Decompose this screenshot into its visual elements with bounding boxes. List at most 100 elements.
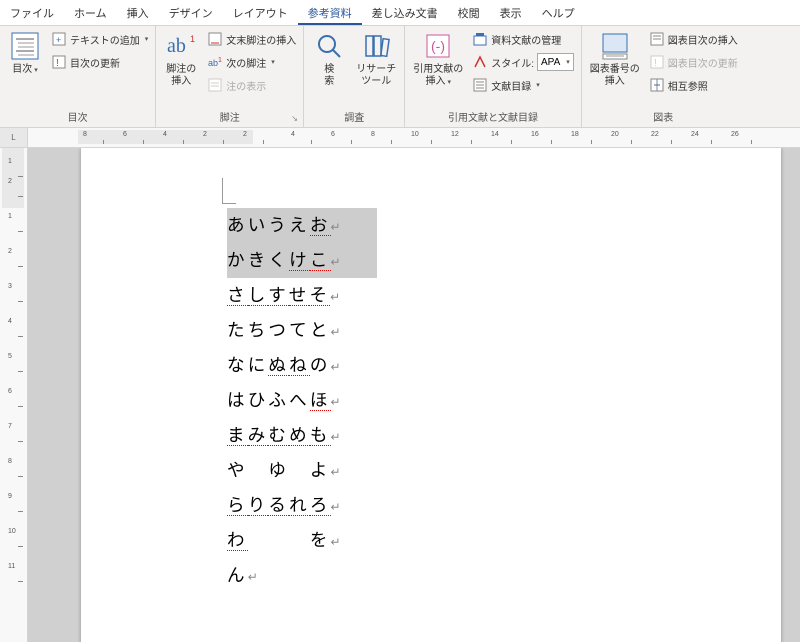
- show-notes-icon: [207, 77, 223, 93]
- insert-citation-button[interactable]: (-) 引用文献の 挿入▾: [409, 28, 467, 90]
- ruler-mark: 22: [651, 131, 659, 138]
- ribbon-group-figures: 図表番号の 挿入 図表目次の挿入 ! 図表目次の更新 相互参照 図表: [582, 26, 745, 127]
- ribbon-group-toc: 目次▾ + テキストの追加 ▾ ! 目次の更新 目次: [0, 26, 156, 127]
- paragraph-mark-icon: ↵: [330, 290, 343, 304]
- doc-line[interactable]: たちつてと↵: [227, 313, 377, 348]
- search-label: 検 索: [324, 64, 334, 88]
- ruler-v-mark: 1: [8, 213, 12, 220]
- ribbon-group-citations: (-) 引用文献の 挿入▾ 資料文献の管理 スタイル: APA ▾: [405, 26, 582, 127]
- ruler-corner: L: [0, 128, 28, 147]
- menu-item-3[interactable]: デザイン: [159, 0, 223, 25]
- toc-icon: [9, 30, 41, 62]
- ruler-mark: 2: [203, 131, 207, 138]
- menu-item-4[interactable]: レイアウト: [223, 0, 298, 25]
- paragraph-mark-icon: ↵: [331, 465, 344, 479]
- ruler-v-mark: 3: [8, 283, 12, 290]
- show-notes-button[interactable]: 注の表示: [204, 74, 299, 96]
- doc-line[interactable]: なにぬねの↵: [227, 348, 377, 383]
- crossref-label: 相互参照: [668, 78, 708, 93]
- doc-line[interactable]: かきくけこ↵: [227, 243, 377, 278]
- paragraph-mark-icon: ↵: [331, 535, 344, 549]
- endnote-icon: [207, 31, 223, 47]
- paragraph-mark-icon: ↵: [331, 360, 344, 374]
- ribbon-group-research: 検 索 リサーチ ツール 調査: [304, 26, 405, 127]
- update-tof-icon: !: [649, 54, 665, 70]
- svg-text:ab: ab: [208, 58, 218, 68]
- insert-endnote-button[interactable]: 文末脚注の挿入: [204, 28, 299, 50]
- ruler-mark: 6: [123, 131, 127, 138]
- text-cursor: [222, 178, 236, 204]
- svg-text:ab: ab: [167, 35, 186, 57]
- ruler-mark: 8: [83, 131, 87, 138]
- menu-item-2[interactable]: 挿入: [117, 0, 159, 25]
- doc-line[interactable]: まみむめも↵: [227, 418, 377, 453]
- insert-caption-button[interactable]: 図表番号の 挿入: [586, 28, 644, 90]
- doc-line[interactable]: ん↵: [227, 558, 377, 593]
- ruler-mark: 16: [531, 131, 539, 138]
- style-value: APA: [541, 57, 560, 68]
- paragraph-mark-icon: ↵: [331, 395, 344, 409]
- chevron-down-icon: ▾: [536, 81, 540, 89]
- style-icon: [472, 54, 488, 70]
- research-tool-button[interactable]: リサーチ ツール: [352, 28, 400, 90]
- ruler-mark: 26: [731, 131, 739, 138]
- page[interactable]: あいうえお↵かきくけこ↵さしすせそ↵たちつてと↵なにぬねの↵はひふへほ↵まみむめ…: [81, 148, 781, 642]
- doc-line[interactable]: はひふへほ↵: [227, 383, 377, 418]
- menu-item-0[interactable]: ファイル: [0, 0, 64, 25]
- ruler-v-mark: 7: [8, 423, 12, 430]
- show-notes-label: 注の表示: [226, 78, 266, 93]
- update-toc-label: 目次の更新: [70, 55, 120, 70]
- doc-line[interactable]: あいうえお↵: [227, 208, 377, 243]
- insert-tof-label: 図表目次の挿入: [668, 32, 738, 47]
- crossref-button[interactable]: 相互参照: [646, 74, 741, 96]
- next-footnote-button[interactable]: ab1 次の脚注 ▾: [204, 51, 299, 73]
- menu-item-6[interactable]: 差し込み文書: [362, 0, 448, 25]
- menu-item-5[interactable]: 参考資料: [298, 0, 362, 25]
- footnote-icon: ab 1: [165, 30, 197, 62]
- bibliography-button[interactable]: 文献目録 ▾: [469, 74, 577, 96]
- svg-text:!: !: [56, 58, 59, 69]
- ruler-v-mark: 2: [8, 248, 12, 255]
- doc-line[interactable]: や ゆ よ↵: [227, 453, 377, 488]
- paragraph-mark-icon: ↵: [331, 255, 344, 269]
- menu-item-9[interactable]: ヘルプ: [532, 0, 585, 25]
- ribbon-group-footnotes: ab1 脚注の 挿入 文末脚注の挿入 ab1 次の脚注 ▾ 注の表示: [156, 26, 304, 127]
- add-text-button[interactable]: + テキストの追加 ▾: [48, 28, 151, 50]
- menu-item-8[interactable]: 表示: [490, 0, 532, 25]
- insert-footnote-button[interactable]: ab1 脚注の 挿入: [160, 28, 202, 90]
- menu-item-7[interactable]: 校閲: [448, 0, 490, 25]
- toc-button[interactable]: 目次▾: [4, 28, 46, 78]
- figures-group-label: 図表: [586, 107, 741, 127]
- paragraph-mark-icon: ↵: [331, 220, 344, 234]
- tof-icon: [649, 31, 665, 47]
- biblio-label: 文献目録: [491, 78, 531, 93]
- ribbon: 目次▾ + テキストの追加 ▾ ! 目次の更新 目次 ab 1: [0, 26, 800, 128]
- vertical-ruler[interactable]: 121234567891011: [0, 148, 28, 642]
- search-button[interactable]: 検 索: [308, 28, 350, 90]
- footnotes-dialog-launcher[interactable]: ↘: [291, 114, 301, 124]
- citation-style-select[interactable]: APA ▾: [537, 53, 574, 71]
- horizontal-ruler[interactable]: L 86422468101214161820222426: [0, 128, 800, 148]
- update-toc-button[interactable]: ! 目次の更新: [48, 51, 151, 73]
- doc-line[interactable]: らりるれろ↵: [227, 488, 377, 523]
- add-text-icon: +: [51, 31, 67, 47]
- ruler-v-mark: 4: [8, 318, 12, 325]
- doc-line[interactable]: さしすせそ↵: [227, 278, 377, 313]
- ruler-mark: 14: [491, 131, 499, 138]
- paragraph-mark-icon: ↵: [331, 500, 344, 514]
- search-icon: [313, 30, 345, 62]
- update-toc-icon: !: [51, 54, 67, 70]
- ruler-mark: 24: [691, 131, 699, 138]
- ruler-v-mark: 10: [8, 528, 16, 535]
- doc-line[interactable]: わ を↵: [227, 523, 377, 558]
- insert-tof-button[interactable]: 図表目次の挿入: [646, 28, 741, 50]
- menu-item-1[interactable]: ホーム: [64, 0, 117, 25]
- chevron-down-icon: ▾: [447, 79, 451, 86]
- svg-text:1: 1: [190, 34, 195, 44]
- manage-sources-button[interactable]: 資料文献の管理: [469, 28, 577, 50]
- update-tof-button[interactable]: ! 図表目次の更新: [646, 51, 741, 73]
- citation-icon: (-): [422, 30, 454, 62]
- ruler-mark: 20: [611, 131, 619, 138]
- insert-en-label: 文末脚注の挿入: [226, 32, 296, 47]
- crossref-icon: [649, 77, 665, 93]
